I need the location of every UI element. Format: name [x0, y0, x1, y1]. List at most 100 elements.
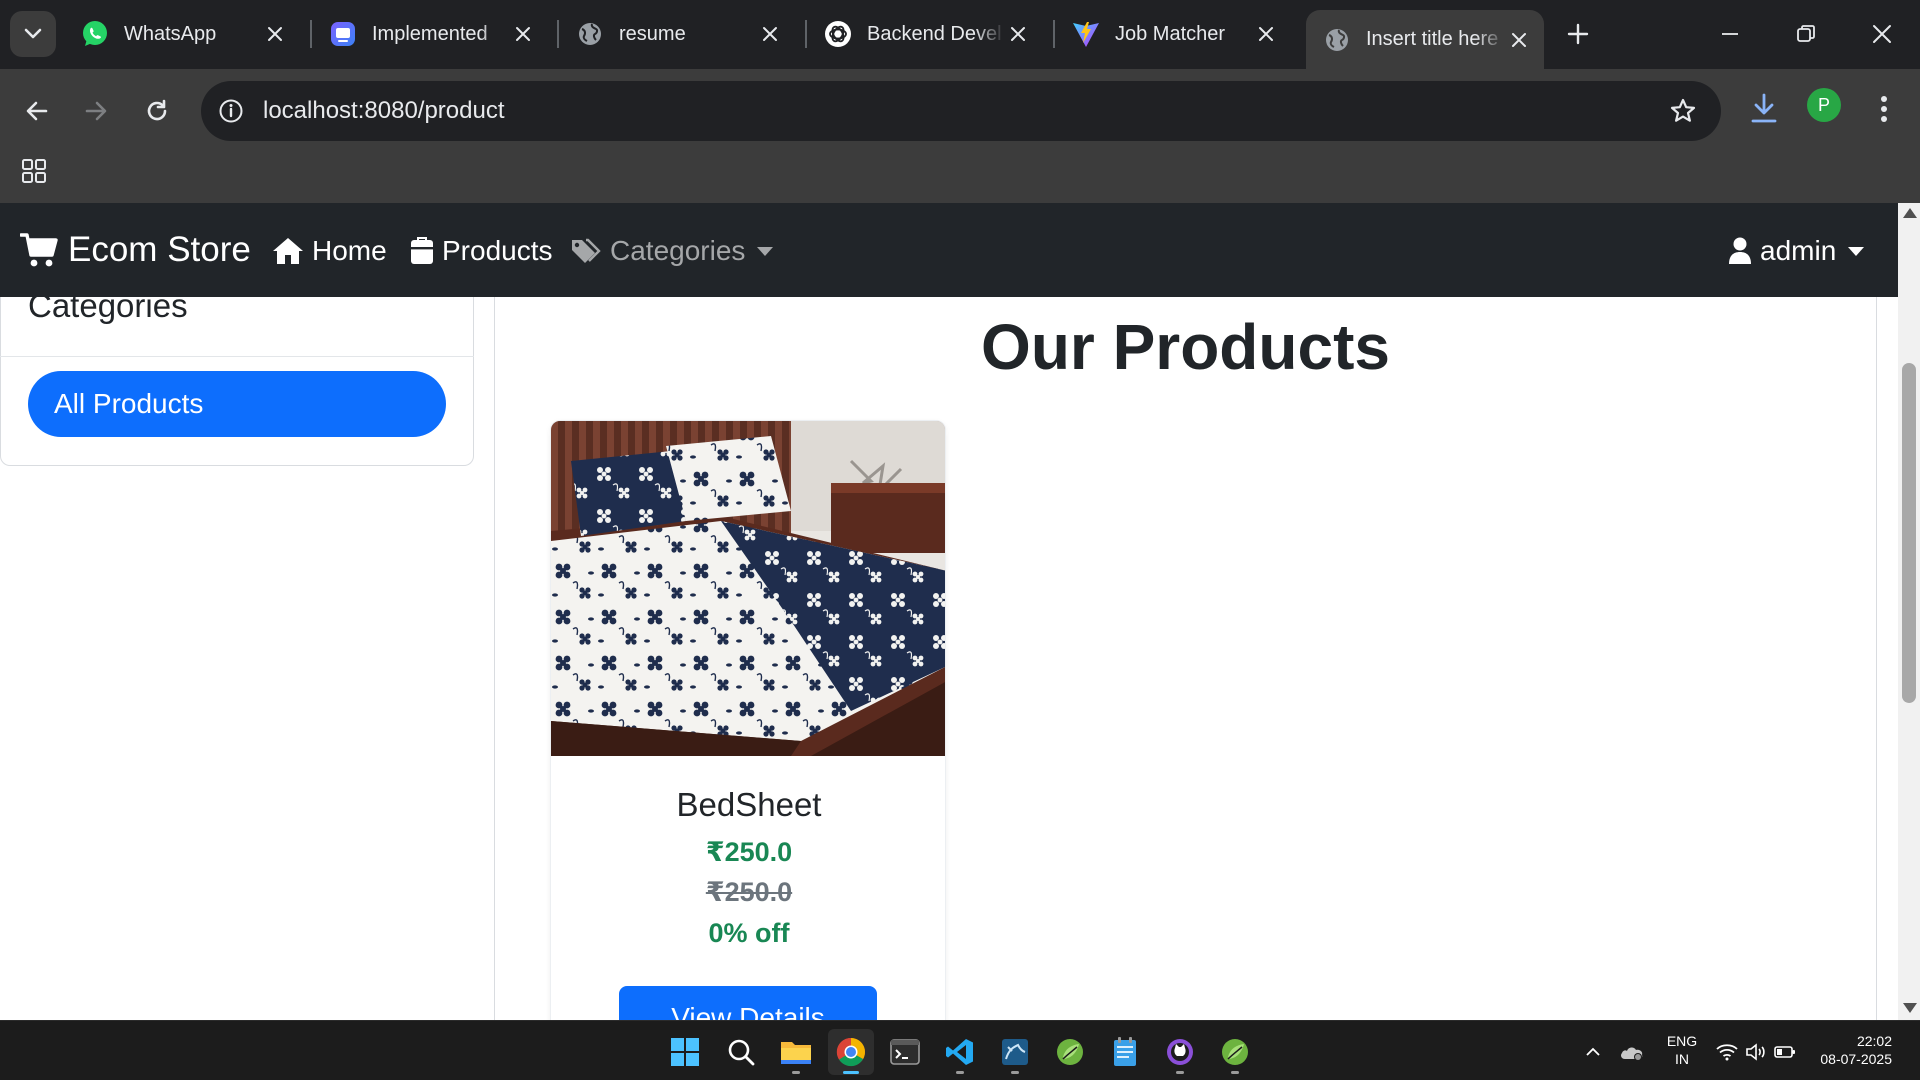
screen: WhatsApp Implemented resume Backend Deve…: [0, 0, 1920, 1080]
vscode-icon: [946, 1039, 973, 1065]
globe-icon: [1322, 25, 1352, 55]
scroll-down-arrow[interactable]: [1903, 1003, 1917, 1013]
taskbar-search-button[interactable]: [718, 1029, 764, 1075]
tab-title: WhatsApp: [124, 22, 217, 45]
taskbar-terminal[interactable]: [882, 1029, 928, 1075]
openai-icon: [823, 19, 853, 49]
taskbar-github-desktop[interactable]: [1157, 1029, 1203, 1075]
brand-link[interactable]: Ecom Store: [20, 228, 251, 272]
restore-button[interactable]: [1776, 10, 1836, 58]
caret-down-icon: [1848, 246, 1865, 256]
clock[interactable]: 22:02 08-07-2025: [1808, 1032, 1892, 1068]
profile-avatar[interactable]: P: [1807, 88, 1841, 122]
product-image[interactable]: [551, 421, 945, 756]
tab-resume[interactable]: resume: [559, 11, 795, 57]
nav-categories-label: Categories: [610, 235, 746, 266]
tab-search-button[interactable]: [10, 11, 56, 57]
page-viewport: Categories All Products Our Products Bed…: [0, 203, 1920, 1020]
scroll-thumb[interactable]: [1902, 363, 1916, 703]
view-details-button[interactable]: View Details: [619, 986, 877, 1020]
product-discount: 0% off: [708, 918, 790, 948]
nav-categories-dropdown[interactable]: Categories: [570, 230, 774, 272]
tray-overflow-chevron-icon[interactable]: [1580, 1039, 1606, 1065]
tab-backend-devel[interactable]: Backend Devel: [807, 11, 1043, 57]
tab-whatsapp[interactable]: WhatsApp: [64, 11, 300, 57]
downloads-button[interactable]: [1742, 87, 1786, 131]
url-host: localhost: [263, 97, 358, 124]
language-code: ENG: [1666, 1033, 1698, 1049]
taskbar-chrome[interactable]: [828, 1029, 874, 1075]
start-button[interactable]: [662, 1029, 708, 1075]
tab-insert-title-here[interactable]: Insert title here: [1306, 10, 1544, 69]
close-icon[interactable]: [1506, 27, 1532, 53]
taskbar-file-explorer[interactable]: [773, 1029, 819, 1075]
browser-tab-strip: WhatsApp Implemented resume Backend Deve…: [0, 0, 1920, 69]
taskbar-mysql-workbench[interactable]: [992, 1029, 1038, 1075]
chevron-down-icon: [24, 28, 42, 39]
product-name: BedSheet: [676, 786, 822, 823]
tab-implemented[interactable]: Implemented: [312, 11, 548, 57]
taskbar-spring-boot[interactable]: [1212, 1029, 1258, 1075]
tab-title: resume: [619, 22, 686, 45]
onedrive-icon[interactable]: [1619, 1039, 1645, 1065]
url-text[interactable]: localhost:8080/product: [263, 97, 505, 125]
running-indicator: [1231, 1071, 1239, 1074]
volume-icon[interactable]: [1743, 1039, 1769, 1065]
tab-title: Backend Devel: [867, 22, 1002, 45]
page-scrollbar[interactable]: [1898, 203, 1920, 1020]
notepad-icon: [1114, 1037, 1136, 1066]
tab-job-matcher[interactable]: Job Matcher: [1055, 11, 1291, 57]
nav-products[interactable]: Products: [410, 230, 553, 272]
nav-products-label: Products: [442, 235, 553, 266]
close-icon[interactable]: [1253, 21, 1279, 47]
plus-icon: [1567, 23, 1589, 45]
user-menu-dropdown[interactable]: admin: [1728, 230, 1865, 272]
clock-time: 22:02: [1856, 1033, 1892, 1049]
arrow-left-icon: [26, 101, 48, 121]
address-bar[interactable]: localhost:8080/product: [201, 81, 1721, 141]
brand-name: Ecom Store: [68, 230, 251, 269]
close-window-button[interactable]: [1852, 10, 1912, 58]
product-card: BedSheet ₹250.0 ₹250.0 0% off View Detai…: [550, 420, 946, 1020]
running-indicator: [956, 1071, 964, 1074]
new-tab-button[interactable]: [1560, 16, 1596, 52]
nav-home[interactable]: Home: [272, 230, 387, 272]
more-vert-icon: [1881, 96, 1887, 122]
wifi-icon[interactable]: [1714, 1039, 1740, 1065]
tab-title: Job Matcher: [1115, 22, 1226, 45]
restore-icon: [1797, 25, 1815, 42]
scroll-up-arrow[interactable]: [1903, 208, 1917, 218]
windows-taskbar: ENG IN 22:02 08-07-2025: [0, 1020, 1920, 1080]
taskbar-spring-tools[interactable]: [1047, 1029, 1093, 1075]
reload-icon: [147, 99, 167, 121]
folder-icon: [781, 1042, 811, 1064]
close-icon[interactable]: [757, 21, 783, 47]
user-name: admin: [1760, 235, 1837, 266]
caret-down-icon: [757, 246, 774, 256]
close-icon[interactable]: [1005, 21, 1031, 47]
reload-button[interactable]: [133, 87, 181, 135]
input-language[interactable]: ENG IN: [1662, 1032, 1702, 1068]
taskbar-notepad[interactable]: [1102, 1029, 1148, 1075]
battery-icon[interactable]: [1772, 1039, 1798, 1065]
terminal-icon: [890, 1039, 920, 1065]
page-title: Our Products: [981, 311, 1390, 383]
close-icon[interactable]: [262, 21, 288, 47]
site-info-icon[interactable]: [215, 95, 247, 127]
app-icon: [328, 19, 358, 49]
taskbar-vscode[interactable]: [937, 1029, 983, 1075]
user-icon: [1729, 237, 1751, 264]
spring-icon: [1057, 1039, 1083, 1065]
forward-button[interactable]: [72, 87, 120, 135]
close-icon[interactable]: [510, 21, 536, 47]
close-icon: [1873, 25, 1891, 43]
back-button[interactable]: [13, 87, 61, 135]
site-navbar: Ecom Store Home Products Categories admi…: [0, 203, 1898, 297]
category-all-products[interactable]: All Products: [28, 371, 446, 437]
product-original-price: ₹250.0: [705, 877, 793, 907]
minimize-button[interactable]: [1700, 10, 1760, 58]
region-code: IN: [1675, 1051, 1689, 1067]
browser-menu-button[interactable]: [1862, 87, 1906, 131]
apps-shortcut-button[interactable]: [18, 155, 50, 187]
bookmark-star-icon[interactable]: [1667, 95, 1699, 127]
